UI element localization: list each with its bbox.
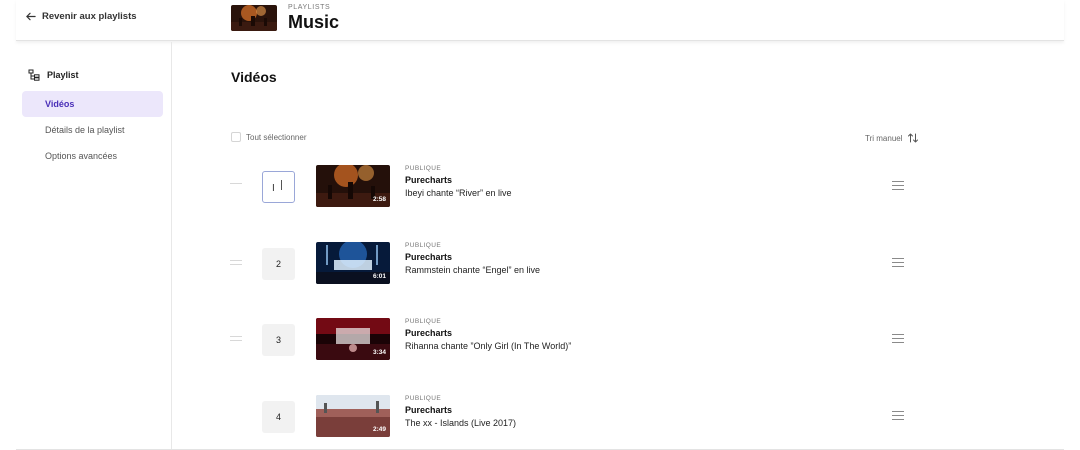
text-cursor-icon: I — [272, 183, 275, 194]
sort-control[interactable]: Tri manuel — [865, 132, 919, 144]
video-title[interactable]: Rihanna chante ”Only Girl (In The World)… — [405, 341, 571, 351]
sort-arrows-icon — [907, 133, 918, 143]
row-checkbox[interactable] — [230, 257, 242, 268]
position-input[interactable]: 4 — [262, 401, 295, 433]
channel-name: Purecharts — [405, 175, 453, 185]
list-item: 3 3:34 PUBLIQUE Purecharts Rihanna chant… — [216, 309, 936, 371]
sidebar-item-label: Vidéos — [45, 99, 75, 109]
drag-handle-icon[interactable] — [892, 181, 904, 191]
sidebar-item-label: Options avancées — [45, 151, 118, 161]
visibility-label: PUBLIQUE — [405, 395, 442, 402]
video-duration: 3:34 — [372, 349, 386, 356]
header-kicker: PLAYLISTS — [288, 4, 331, 11]
row-checkbox[interactable] — [230, 333, 242, 344]
position-input[interactable]: 2 — [262, 248, 295, 280]
select-all-label: Tout sélectionner — [246, 132, 307, 142]
video-duration: 6:01 — [372, 273, 386, 280]
video-thumbnail[interactable]: 6:01 — [316, 242, 390, 284]
list-item: 2 6:01 PUBLIQUE Purecharts Rammstein cha… — [216, 233, 936, 295]
sidebar-heading: Playlist — [28, 69, 79, 81]
visibility-label: PUBLIQUE — [405, 242, 442, 249]
position-input[interactable]: I — [262, 171, 295, 203]
drag-handle-icon[interactable] — [892, 258, 904, 268]
visibility-label: PUBLIQUE — [405, 165, 442, 172]
video-title[interactable]: Ibeyi chante “River” en live — [405, 188, 512, 198]
video-thumbnail[interactable]: 2:58 — [316, 165, 390, 207]
select-all-control[interactable]: Tout sélectionner — [231, 132, 306, 142]
channel-name: Purecharts — [405, 252, 453, 262]
video-thumbnail[interactable]: 2:49 — [316, 395, 390, 437]
select-all-checkbox[interactable] — [231, 132, 241, 142]
sidebar: Playlist Vidéos Détails de la playlist O… — [16, 42, 172, 450]
section-title: Vidéos — [231, 69, 277, 85]
page-title: Music — [288, 12, 340, 32]
arrow-left-icon — [26, 12, 36, 21]
position-input[interactable]: 3 — [262, 324, 295, 356]
sidebar-item-advanced-options[interactable]: Options avancées — [22, 143, 163, 169]
list-item: I 2:58 PUBLIQUE Purecharts Ibeyi chante … — [216, 156, 936, 218]
video-meta: PUBLIQUE Purecharts Rammstein chante “En… — [405, 242, 540, 275]
video-thumbnail[interactable]: 3:34 — [316, 318, 390, 360]
sidebar-item-videos[interactable]: Vidéos — [22, 91, 163, 117]
video-duration: 2:49 — [372, 426, 386, 433]
sidebar-item-playlist-details[interactable]: Détails de la playlist — [22, 117, 163, 143]
video-title[interactable]: Rammstein chante “Engel” en live — [405, 265, 540, 275]
video-duration: 2:58 — [372, 196, 386, 203]
playlist-thumbnail — [231, 5, 277, 31]
channel-name: Purecharts — [405, 328, 453, 338]
sidebar-heading-label: Playlist — [47, 70, 79, 80]
video-title[interactable]: The xx - Islands (Live 2017) — [405, 418, 516, 428]
row-checkbox[interactable] — [230, 180, 242, 191]
video-meta: PUBLIQUE Purecharts Ibeyi chante “River”… — [405, 165, 512, 198]
top-header: Revenir aux playlists PLAYLISTS Music — [16, 0, 1064, 41]
visibility-label: PUBLIQUE — [405, 318, 442, 325]
sidebar-item-label: Détails de la playlist — [45, 125, 125, 135]
input-caret — [281, 180, 282, 190]
back-link-label: Revenir aux playlists — [42, 11, 137, 22]
video-meta: PUBLIQUE Purecharts Rihanna chante ”Only… — [405, 318, 571, 351]
video-meta: PUBLIQUE Purecharts The xx - Islands (Li… — [405, 395, 516, 428]
list-item: 4 2:49 PUBLIQUE Purecharts The xx - Isla… — [216, 386, 936, 448]
playlist-tree-icon — [28, 69, 40, 81]
drag-handle-icon[interactable] — [892, 334, 904, 344]
back-to-playlists-link[interactable]: Revenir aux playlists — [25, 11, 137, 22]
drag-handle-icon[interactable] — [892, 411, 904, 421]
sort-label: Tri manuel — [865, 133, 903, 143]
channel-name: Purecharts — [405, 405, 453, 415]
